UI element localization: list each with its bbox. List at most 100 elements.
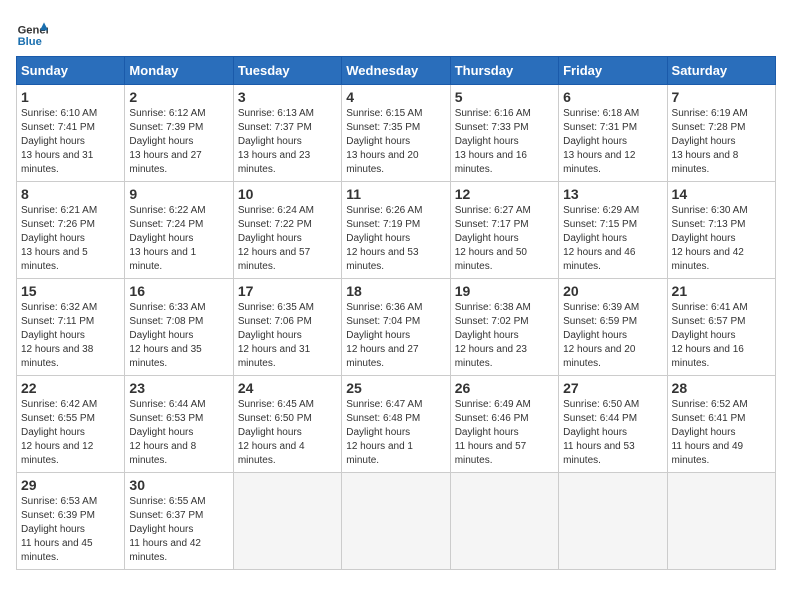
day-number: 8 — [21, 186, 120, 202]
calendar-cell: 5 Sunrise: 6:16 AMSunset: 7:33 PMDaylight… — [450, 85, 558, 182]
day-number: 14 — [672, 186, 771, 202]
day-number: 2 — [129, 89, 228, 105]
calendar-row: 29 Sunrise: 6:53 AMSunset: 6:39 PMDayligh… — [17, 473, 776, 570]
calendar-cell: 9 Sunrise: 6:22 AMSunset: 7:24 PMDaylight… — [125, 182, 233, 279]
day-info: Sunrise: 6:29 AMSunset: 7:15 PMDaylight … — [563, 204, 662, 274]
day-number: 16 — [129, 283, 228, 299]
day-number: 27 — [563, 380, 662, 396]
day-info: Sunrise: 6:39 AMSunset: 6:59 PMDaylight … — [563, 301, 662, 371]
day-info: Sunrise: 6:47 AMSunset: 6:48 PMDaylight … — [346, 398, 445, 468]
day-info: Sunrise: 6:13 AMSunset: 7:37 PMDaylight … — [238, 107, 337, 177]
calendar-cell — [450, 473, 558, 570]
calendar-cell: 6 Sunrise: 6:18 AMSunset: 7:31 PMDaylight… — [559, 85, 667, 182]
logo: General Blue — [16, 16, 48, 48]
day-info: Sunrise: 6:18 AMSunset: 7:31 PMDaylight … — [563, 107, 662, 177]
day-number: 20 — [563, 283, 662, 299]
day-number: 18 — [346, 283, 445, 299]
day-info: Sunrise: 6:55 AMSunset: 6:37 PMDaylight … — [129, 495, 228, 565]
day-number: 28 — [672, 380, 771, 396]
day-info: Sunrise: 6:42 AMSunset: 6:55 PMDaylight … — [21, 398, 120, 468]
day-info: Sunrise: 6:52 AMSunset: 6:41 PMDaylight … — [672, 398, 771, 468]
day-number: 6 — [563, 89, 662, 105]
calendar-row: 8 Sunrise: 6:21 AMSunset: 7:26 PMDaylight… — [17, 182, 776, 279]
day-info: Sunrise: 6:32 AMSunset: 7:11 PMDaylight … — [21, 301, 120, 371]
calendar-cell: 7 Sunrise: 6:19 AMSunset: 7:28 PMDaylight… — [667, 85, 775, 182]
calendar-cell — [559, 473, 667, 570]
calendar-cell: 16 Sunrise: 6:33 AMSunset: 7:08 PMDayligh… — [125, 279, 233, 376]
day-number: 15 — [21, 283, 120, 299]
calendar-cell: 4Sunrise: 6:15 AMSunset: 7:35 PMDaylight… — [342, 85, 450, 182]
day-number: 19 — [455, 283, 554, 299]
day-info: Sunrise: 6:33 AMSunset: 7:08 PMDaylight … — [129, 301, 228, 371]
day-number: 30 — [129, 477, 228, 493]
day-info: Sunrise: 6:45 AMSunset: 6:50 PMDaylight … — [238, 398, 337, 468]
day-info: Sunrise: 6:26 AMSunset: 7:19 PMDaylight … — [346, 204, 445, 274]
day-info: Sunrise: 6:36 AMSunset: 7:04 PMDaylight … — [346, 301, 445, 371]
day-info: Sunrise: 6:38 AMSunset: 7:02 PMDaylight … — [455, 301, 554, 371]
day-info: Sunrise: 6:27 AMSunset: 7:17 PMDaylight … — [455, 204, 554, 274]
calendar-cell: 24 Sunrise: 6:45 AMSunset: 6:50 PMDayligh… — [233, 376, 341, 473]
calendar-cell: 23 Sunrise: 6:44 AMSunset: 6:53 PMDayligh… — [125, 376, 233, 473]
day-info: Sunrise: 6:15 AMSunset: 7:35 PMDaylight … — [346, 107, 445, 177]
calendar-cell: 21Sunrise: 6:41 AMSunset: 6:57 PMDayligh… — [667, 279, 775, 376]
day-number: 7 — [672, 89, 771, 105]
column-header-saturday: Saturday — [667, 57, 775, 85]
column-header-tuesday: Tuesday — [233, 57, 341, 85]
calendar-cell: 3 Sunrise: 6:13 AMSunset: 7:37 PMDaylight… — [233, 85, 341, 182]
calendar-row: 22 Sunrise: 6:42 AMSunset: 6:55 PMDayligh… — [17, 376, 776, 473]
day-number: 11 — [346, 186, 445, 202]
calendar-cell: 2 Sunrise: 6:12 AMSunset: 7:39 PMDaylight… — [125, 85, 233, 182]
day-number: 1 — [21, 89, 120, 105]
column-header-friday: Friday — [559, 57, 667, 85]
calendar-cell: 13 Sunrise: 6:29 AMSunset: 7:15 PMDayligh… — [559, 182, 667, 279]
day-number: 29 — [21, 477, 120, 493]
day-info: Sunrise: 6:35 AMSunset: 7:06 PMDaylight … — [238, 301, 337, 371]
day-info: Sunrise: 6:49 AMSunset: 6:46 PMDaylight … — [455, 398, 554, 468]
calendar-cell: 18 Sunrise: 6:36 AMSunset: 7:04 PMDayligh… — [342, 279, 450, 376]
calendar-cell: 22 Sunrise: 6:42 AMSunset: 6:55 PMDayligh… — [17, 376, 125, 473]
calendar-cell: 11 Sunrise: 6:26 AMSunset: 7:19 PMDayligh… — [342, 182, 450, 279]
calendar-cell: 20 Sunrise: 6:39 AMSunset: 6:59 PMDayligh… — [559, 279, 667, 376]
day-info: Sunrise: 6:19 AMSunset: 7:28 PMDaylight … — [672, 107, 771, 177]
column-header-sunday: Sunday — [17, 57, 125, 85]
calendar-cell — [342, 473, 450, 570]
calendar-row: 1Sunrise: 6:10 AMSunset: 7:41 PMDaylight… — [17, 85, 776, 182]
calendar-cell: 8 Sunrise: 6:21 AMSunset: 7:26 PMDaylight… — [17, 182, 125, 279]
calendar-cell — [667, 473, 775, 570]
calendar-cell: 19 Sunrise: 6:38 AMSunset: 7:02 PMDayligh… — [450, 279, 558, 376]
calendar-cell: 25 Sunrise: 6:47 AMSunset: 6:48 PMDayligh… — [342, 376, 450, 473]
calendar-cell: 14Sunrise: 6:30 AMSunset: 7:13 PMDayligh… — [667, 182, 775, 279]
calendar-cell: 1Sunrise: 6:10 AMSunset: 7:41 PMDaylight… — [17, 85, 125, 182]
day-number: 13 — [563, 186, 662, 202]
day-number: 12 — [455, 186, 554, 202]
calendar-cell: 12 Sunrise: 6:27 AMSunset: 7:17 PMDayligh… — [450, 182, 558, 279]
page-header: General Blue — [16, 16, 776, 48]
day-number: 26 — [455, 380, 554, 396]
day-number: 9 — [129, 186, 228, 202]
column-header-thursday: Thursday — [450, 57, 558, 85]
day-number: 22 — [21, 380, 120, 396]
column-header-wednesday: Wednesday — [342, 57, 450, 85]
day-info: Sunrise: 6:44 AMSunset: 6:53 PMDaylight … — [129, 398, 228, 468]
calendar-cell — [233, 473, 341, 570]
calendar-cell: 29 Sunrise: 6:53 AMSunset: 6:39 PMDayligh… — [17, 473, 125, 570]
calendar-cell: 26 Sunrise: 6:49 AMSunset: 6:46 PMDayligh… — [450, 376, 558, 473]
day-info: Sunrise: 6:53 AMSunset: 6:39 PMDaylight … — [21, 495, 120, 565]
day-info: Sunrise: 6:21 AMSunset: 7:26 PMDaylight … — [21, 204, 120, 274]
day-number: 25 — [346, 380, 445, 396]
day-info: Sunrise: 6:16 AMSunset: 7:33 PMDaylight … — [455, 107, 554, 177]
day-number: 3 — [238, 89, 337, 105]
day-info: Sunrise: 6:22 AMSunset: 7:24 PMDaylight … — [129, 204, 228, 274]
day-number: 5 — [455, 89, 554, 105]
column-header-monday: Monday — [125, 57, 233, 85]
day-number: 24 — [238, 380, 337, 396]
day-info: Sunrise: 6:12 AMSunset: 7:39 PMDaylight … — [129, 107, 228, 177]
calendar-cell: 17Sunrise: 6:35 AMSunset: 7:06 PMDayligh… — [233, 279, 341, 376]
calendar-cell: 27 Sunrise: 6:50 AMSunset: 6:44 PMDayligh… — [559, 376, 667, 473]
day-number: 10 — [238, 186, 337, 202]
logo-icon: General Blue — [16, 16, 48, 48]
calendar-cell: 28 Sunrise: 6:52 AMSunset: 6:41 PMDayligh… — [667, 376, 775, 473]
day-number: 21 — [672, 283, 771, 299]
day-number: 23 — [129, 380, 228, 396]
day-info: Sunrise: 6:50 AMSunset: 6:44 PMDaylight … — [563, 398, 662, 468]
